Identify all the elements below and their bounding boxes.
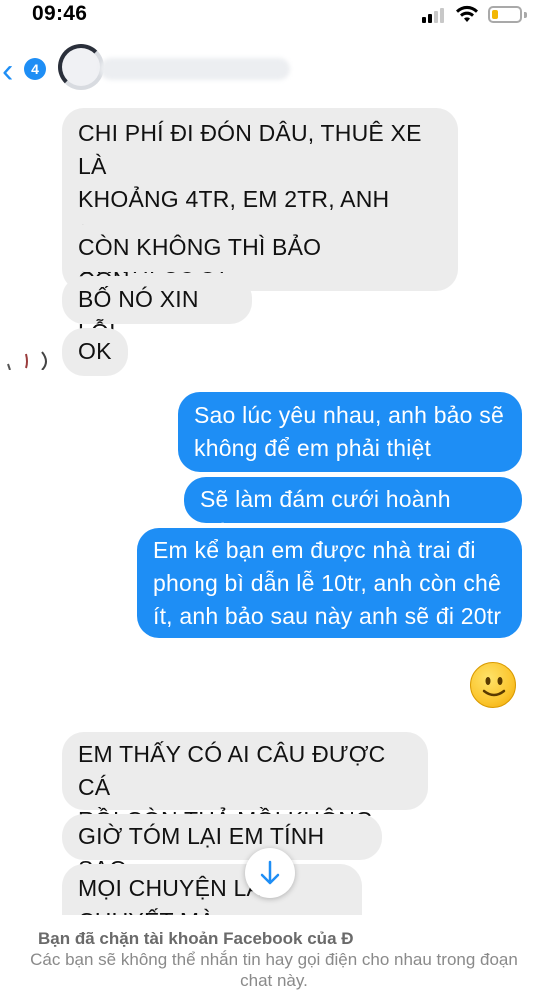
message-bubble-incoming[interactable]: BỐ NÓ XIN LỖI: [62, 276, 252, 345]
message-line: EM THẤY CÓ AI CÂU ĐƯỢC CÁ: [78, 741, 386, 800]
blocked-notice-description: Các bạn sẽ không thể nhắn tin hay gọi đi…: [30, 950, 518, 990]
contact-avatar[interactable]: [58, 44, 104, 90]
message-bubble-incoming[interactable]: OK: [62, 328, 128, 376]
message-bubble-incoming[interactable]: CÒN KHÔNG THÌ BẢO CON: [62, 224, 388, 293]
message-line: CHI PHÍ ĐI ĐÓN DÂU, THUÊ XE LÀ: [78, 120, 422, 179]
message-line: Sao lúc yêu nhau, anh bảo sẽ: [194, 402, 504, 428]
message-line: phong bì dẫn lễ 10tr, anh còn chê: [153, 570, 502, 596]
message-line: không để em phải thiệt: [194, 435, 432, 461]
sender-avatar: [4, 340, 52, 371]
message-bubble-outgoing[interactable]: Sao lúc yêu nhau, anh bảo sẽ không để em…: [178, 392, 522, 472]
message-line: OK: [78, 338, 112, 364]
back-unread-badge[interactable]: 4: [24, 58, 46, 80]
blocked-notice-title: Bạn đã chặn tài khoản Facebook của Đ: [38, 929, 354, 948]
scroll-to-bottom-button[interactable]: [245, 848, 295, 898]
contact-name-redacted[interactable]: [100, 58, 290, 80]
chevron-left-icon[interactable]: ‹: [2, 54, 13, 88]
message-bubble-incoming[interactable]: EM THẤY CÓ AI CÂU ĐƯỢC CÁ RỒI CÒN THẢ MỒ…: [62, 732, 428, 833]
message-bubble-outgoing[interactable]: Em kể bạn em được nhà trai đi phong bì d…: [137, 528, 522, 638]
conversation-header: ‹ 4: [0, 30, 548, 102]
message-bubble-incoming[interactable]: GIỜ TÓM LẠI EM TÍNH SAO: [62, 814, 382, 882]
message-bubble-outgoing[interactable]: Sẽ làm đám cưới hoành tráng: [184, 477, 522, 545]
message-list[interactable]: CHI PHÍ ĐI ĐÓN DÂU, THUÊ XE LÀ KHOẢNG 4T…: [0, 0, 548, 944]
smiley-emoji-icon: [470, 662, 516, 708]
arrow-down-icon: [260, 860, 280, 885]
message-line: Em kể bạn em được nhà trai đi: [153, 537, 476, 563]
message-line: ít, anh bảo sau này anh sẽ đi 20tr: [153, 603, 502, 629]
blocked-notice: Bạn đã chặn tài khoản Facebook của Đ Các…: [0, 915, 548, 1000]
message-line: MỌI CHUYỆN LA: [78, 875, 263, 901]
